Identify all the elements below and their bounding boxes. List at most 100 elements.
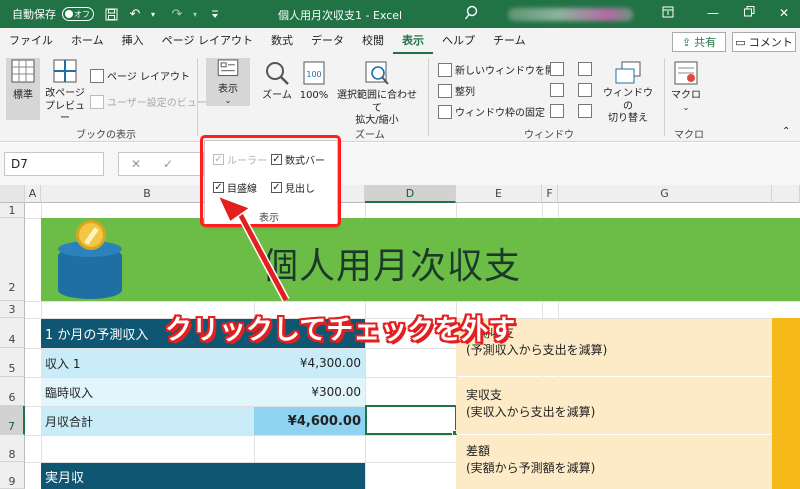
column-header-g[interactable]: G [558,185,772,203]
row-header-1[interactable]: 1 [0,203,25,218]
comment-button[interactable]: ▭ コメント [732,32,796,52]
switch-windows-icon [615,61,641,84]
balance-value-column[interactable] [772,318,800,489]
show-button[interactable]: 表示 ⌄ [206,58,250,106]
reset-window-icon [578,104,592,118]
ribbon-separator [664,58,665,136]
extra-income-label-cell[interactable]: 臨時収入 [41,378,254,406]
tab-view[interactable]: 表示 [392,28,433,54]
row-header-7[interactable]: 7 [0,406,25,435]
tab-formulas[interactable]: 数式 [262,28,302,54]
actual-income-header[interactable]: 実月収 [41,463,365,489]
total-income-label-cell[interactable]: 月収合計 [41,407,254,435]
macros-label: マクロ [671,90,701,101]
tab-page-layout[interactable]: ページ レイアウト [153,28,262,54]
redo-dropdown-icon[interactable]: ▾ [188,7,202,21]
zoom-100-icon: 100 [303,61,325,85]
tab-review[interactable]: 校閲 [353,28,393,54]
column-header-e[interactable]: E [456,185,542,203]
row-header-4[interactable]: 4 [0,318,25,348]
maximize-icon[interactable] [741,6,757,20]
title-bar: 自動保存 オフ ↶ ▾ ↷ ▾ 個人用月次収支1 - Excel — ✕ [0,0,800,28]
minimize-icon[interactable]: — [705,6,721,20]
column-header-f[interactable]: F [542,185,558,203]
user-account[interactable] [508,8,633,21]
column-header-a[interactable]: A [25,185,41,203]
side-by-side-icon [578,62,592,76]
row-header-5[interactable]: 5 [0,348,25,377]
extra-income-amount-cell[interactable]: ¥300.00 [254,378,365,406]
actual-balance-note: (実収入から支出を減算) [466,405,596,420]
autosave[interactable]: 自動保存 オフ [12,6,94,22]
macros-chevron-down-icon: ⌄ [682,102,690,112]
unhide-button[interactable] [550,104,567,118]
freeze-panes-button[interactable]: ウィンドウ枠の固定⌄ [438,104,555,119]
normal-view-icon [11,59,35,83]
zoom-to-selection-button[interactable]: 選択範囲に合わせて 拡大/縮小 [334,60,420,128]
page-layout-icon [90,68,104,83]
cancel-icon[interactable]: ✕ [131,157,141,171]
hide-icon [550,83,564,97]
row-header-9[interactable]: 9 [0,462,25,489]
ribbon-display-icon[interactable] [660,6,676,21]
page-layout-label: ページ レイアウト [107,72,190,83]
search-icon[interactable] [464,5,478,24]
tab-insert[interactable]: 挿入 [113,28,153,54]
zoom-100-button[interactable]: 100 100% [298,60,330,103]
comment-label: コメント [748,36,793,49]
column-header-h[interactable] [772,185,800,203]
collapse-ribbon-icon[interactable]: ⌃ [782,126,790,137]
row-header-2[interactable]: 2 [0,218,25,301]
page-break-label-2: プレビュー [45,100,85,125]
difference-note: (実額から予測額を減算) [466,461,596,476]
row-header-8[interactable]: 8 [0,435,25,462]
share-icon: ⇪ [681,35,692,49]
normal-view-button[interactable]: 標準 [6,58,40,120]
window-group-label: ウィンドウ [524,130,574,141]
switch-windows-button[interactable]: ウィンドウの 切り替え [600,60,656,126]
row-header-6[interactable]: 6 [0,377,25,406]
undo-icon[interactable]: ↶ [128,7,142,22]
split-button[interactable] [550,62,567,76]
total-income-amount-cell[interactable]: ¥4,600.00 [254,407,365,435]
enter-icon[interactable]: ✓ [163,157,173,171]
close-icon[interactable]: ✕ [776,6,792,20]
custom-views-button[interactable]: ユーザー設定のビュー [90,94,207,109]
synchronous-scrolling-button[interactable] [578,83,595,97]
actual-balance-cell[interactable]: 実収支 (実収入から支出を減算) [456,377,772,434]
income-amount-cell[interactable]: ¥4,300.00 [254,349,365,377]
tab-file[interactable]: ファイル [0,28,62,54]
income-label-cell[interactable]: 収入 1 [41,349,254,377]
freeze-panes-label: ウィンドウ枠の固定 [455,108,545,119]
row-header-3[interactable]: 3 [0,301,25,318]
zoom-icon [266,62,289,85]
tab-team[interactable]: チーム [484,28,535,54]
unhide-icon [550,104,564,118]
arrange-all-button[interactable]: 整列 [438,83,475,98]
undo-dropdown-icon[interactable]: ▾ [146,7,160,21]
zoom-button[interactable]: ズーム [262,60,292,103]
redo-icon[interactable]: ↷ [170,7,184,22]
active-cell-d7[interactable] [365,405,457,435]
reset-window-position-button[interactable] [578,104,595,118]
show-chevron-down-icon: ⌄ [224,96,232,105]
select-all-corner[interactable] [0,185,25,203]
page-break-preview-button[interactable]: 改ページ プレビュー [44,58,86,126]
save-icon[interactable] [104,7,118,21]
new-window-button[interactable]: 新しいウィンドウを開く [438,62,565,77]
macros-button[interactable]: マクロ ⌄ [668,60,704,113]
autosave-toggle[interactable]: オフ [62,7,94,21]
page-layout-view-button[interactable]: ページ レイアウト [90,68,190,83]
tab-help[interactable]: ヘルプ [433,28,484,54]
autosave-state: オフ [74,9,90,19]
tab-data[interactable]: データ [302,28,353,54]
zoom-selection-icon [365,61,389,85]
tab-home[interactable]: ホーム [62,28,113,54]
difference-cell[interactable]: 差額 (実額から予測額を減算) [456,435,772,489]
share-button[interactable]: ⇪ 共有 [672,32,726,52]
column-header-d[interactable]: D [365,185,456,203]
view-side-by-side-button[interactable] [578,62,595,76]
hide-button[interactable] [550,83,567,97]
customize-toolbar-icon[interactable] [208,7,222,21]
name-box[interactable]: D7 [4,152,104,176]
